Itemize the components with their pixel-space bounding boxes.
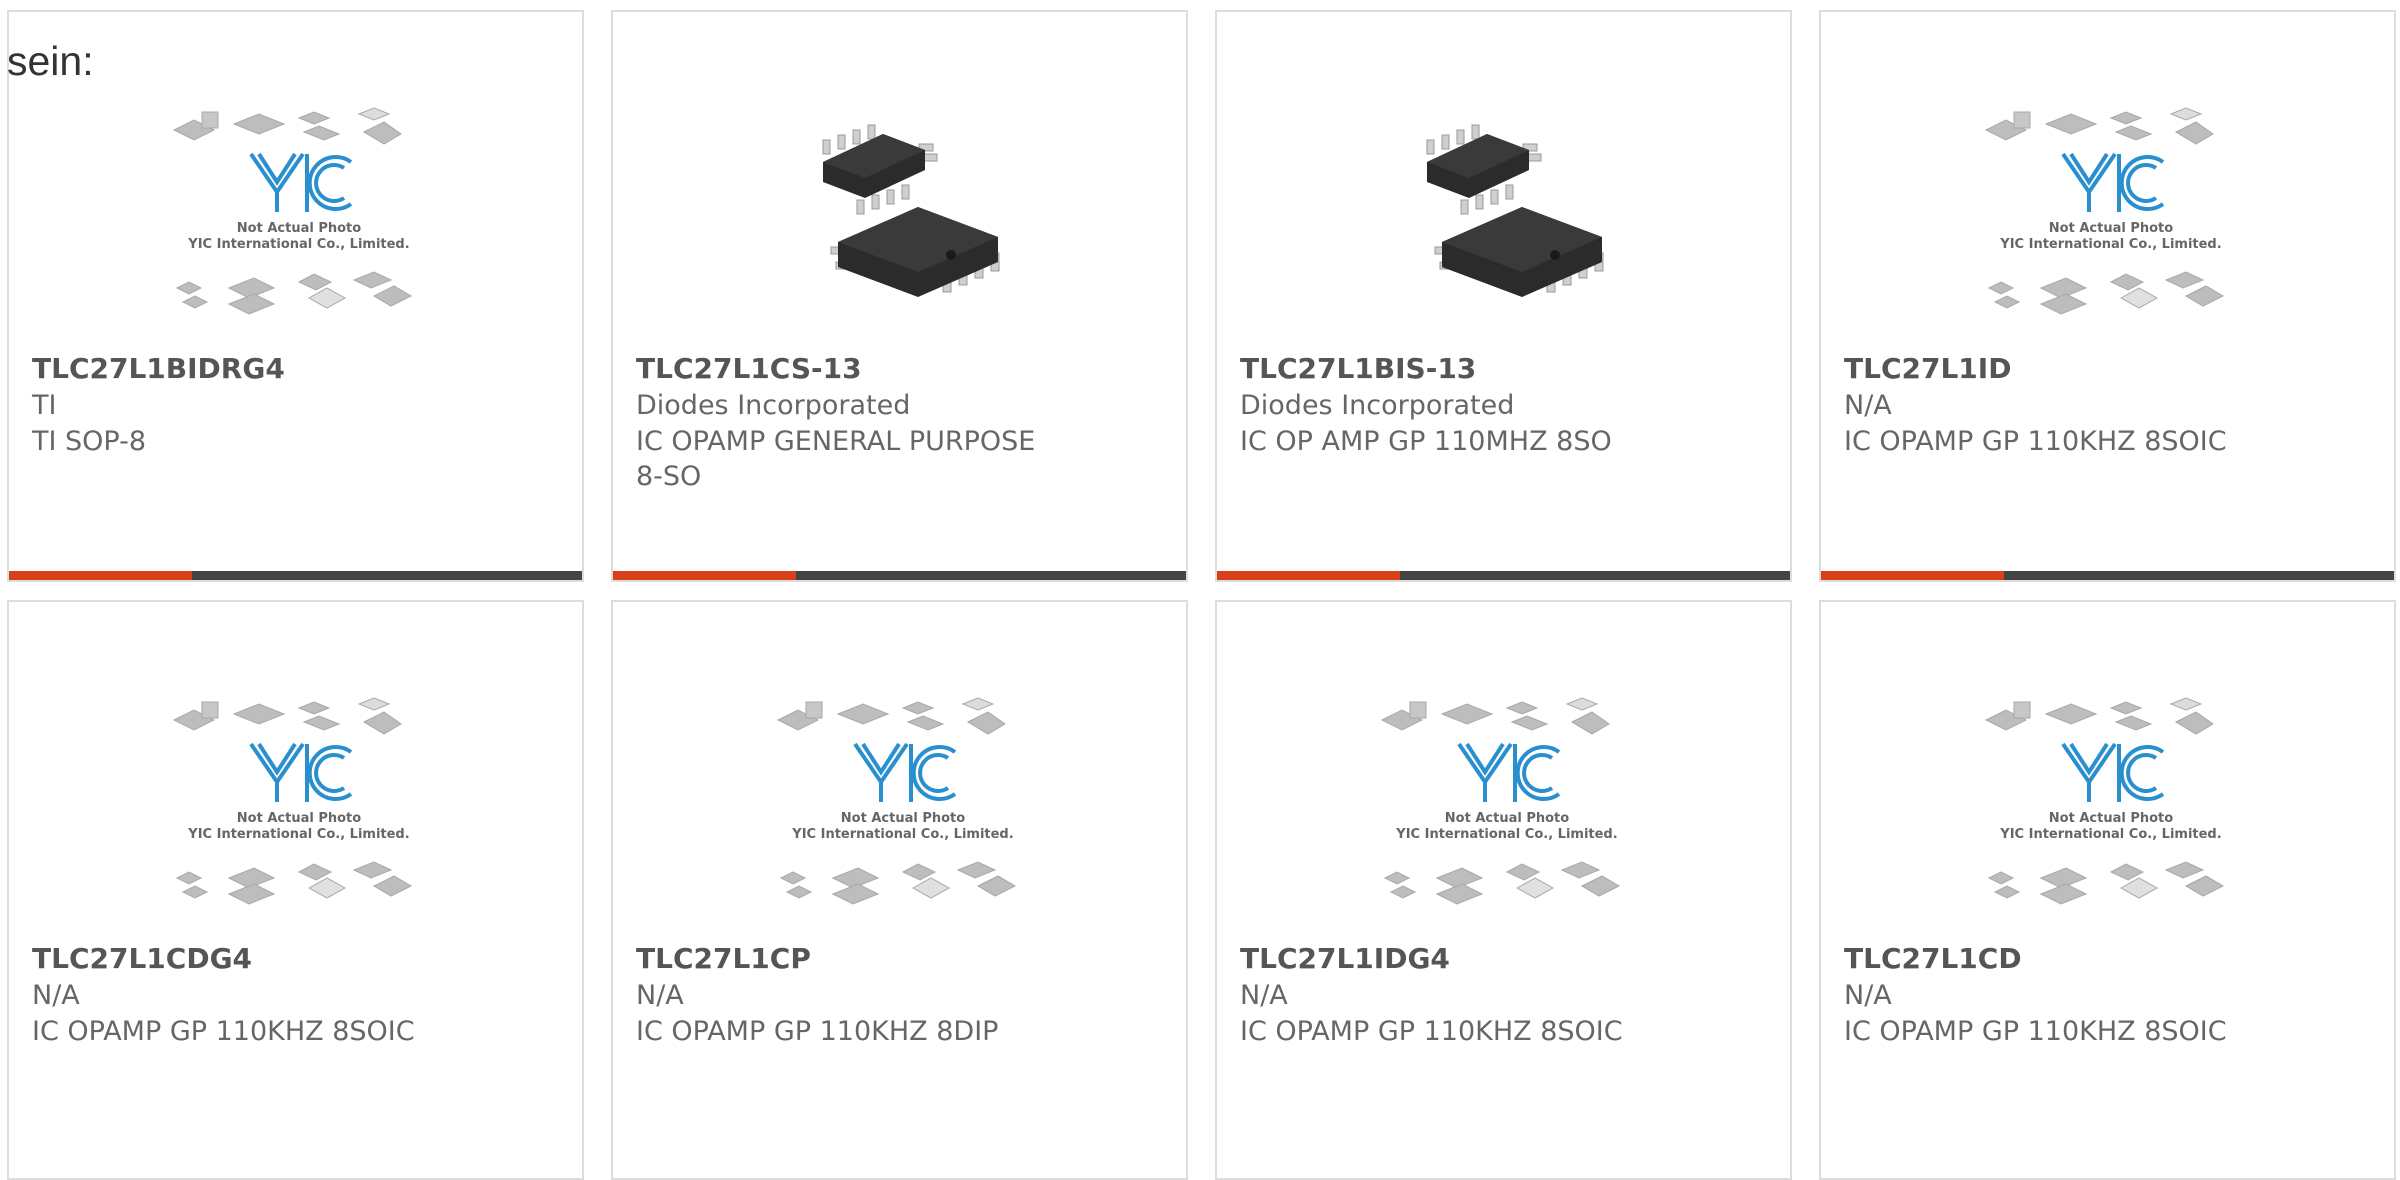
placeholder-line2: YIC International Co., Limited. bbox=[1999, 237, 2221, 252]
product-card[interactable]: Not Actual Photo YIC International Co., … bbox=[611, 600, 1188, 1180]
manufacturer: Diodes Incorporated bbox=[1240, 390, 1515, 421]
description: IC OPAMP GP 110KHZ 8SOIC bbox=[1844, 1016, 2227, 1047]
description: IC OP AMP GP 110MHZ 8SO bbox=[1240, 426, 1612, 457]
product-image[interactable]: Not Actual Photo YIC International Co., … bbox=[1951, 92, 2271, 362]
product-image[interactable]: Not Actual Photo YIC International Co., … bbox=[743, 682, 1063, 952]
placeholder-image: Not Actual Photo YIC International Co., … bbox=[172, 697, 413, 905]
manufacturer: N/A bbox=[1240, 980, 1288, 1011]
part-number-link[interactable]: TLC27L1CDG4 bbox=[32, 942, 252, 975]
placeholder-line2: YIC International Co., Limited. bbox=[791, 827, 1013, 842]
description: IC OPAMP GP 110KHZ 8SOIC bbox=[1844, 426, 2227, 457]
product-card[interactable]: Not Actual Photo YIC International Co., … bbox=[1819, 10, 2396, 582]
placeholder-image: Not Actual Photo YIC International Co., … bbox=[776, 697, 1017, 905]
card-bottom-bar bbox=[9, 571, 582, 580]
part-number-link[interactable]: TLC27L1CP bbox=[636, 942, 811, 975]
manufacturer: N/A bbox=[636, 980, 684, 1011]
product-image[interactable]: Not Actual Photo YIC International Co., … bbox=[1951, 682, 2271, 952]
placeholder-line2: YIC International Co., Limited. bbox=[187, 237, 409, 252]
part-number-link[interactable]: TLC27L1BIDRG4 bbox=[32, 352, 285, 385]
placeholder-line1: Not Actual Photo bbox=[2049, 221, 2173, 236]
placeholder-line2: YIC International Co., Limited. bbox=[1395, 827, 1617, 842]
placeholder-image: Not Actual Photo YIC International Co., … bbox=[1380, 697, 1621, 905]
card-accent-bar bbox=[613, 571, 796, 580]
product-image[interactable]: Not Actual Photo YIC International Co., … bbox=[139, 92, 459, 362]
part-number-link[interactable]: TLC27L1ID bbox=[1844, 352, 2011, 385]
product-card[interactable]: TLC27L1CS-13 Diodes Incorporated IC OPAMP … bbox=[611, 10, 1188, 582]
placeholder-line2: YIC International Co., Limited. bbox=[187, 827, 409, 842]
part-number-link[interactable]: TLC27L1IDG4 bbox=[1240, 942, 1450, 975]
placeholder-line1: Not Actual Photo bbox=[237, 221, 361, 236]
product-card[interactable]: TLC27L1BIS-13 Diodes Incorporated IC OP AM… bbox=[1215, 10, 1792, 582]
description: IC OPAMP GP 110KHZ 8SOIC bbox=[32, 1016, 415, 1047]
description: IC OPAMP GP 110KHZ 8DIP bbox=[636, 1016, 999, 1047]
part-number-link[interactable]: TLC27L1BIS-13 bbox=[1240, 352, 1476, 385]
placeholder-image: Not Actual Photo YIC International Co., … bbox=[1984, 697, 2225, 905]
placeholder-image: Not Actual Photo YIC International Co., … bbox=[172, 107, 413, 315]
card-bottom-bar bbox=[1821, 571, 2394, 580]
card-accent-bar bbox=[9, 571, 192, 580]
manufacturer: N/A bbox=[1844, 980, 1892, 1011]
product-card[interactable]: Not Actual Photo YIC International Co., … bbox=[1819, 600, 2396, 1180]
soic-chip-image bbox=[822, 124, 1000, 297]
part-number-link[interactable]: TLC27L1CD bbox=[1844, 942, 2022, 975]
card-accent-bar bbox=[1821, 571, 2004, 580]
placeholder-line2: YIC International Co., Limited. bbox=[1999, 827, 2221, 842]
manufacturer: N/A bbox=[32, 980, 80, 1011]
product-image[interactable] bbox=[1347, 92, 1667, 362]
prefix-text: sein: bbox=[7, 38, 94, 84]
placeholder-line1: Not Actual Photo bbox=[2049, 811, 2173, 826]
product-image[interactable]: Not Actual Photo YIC International Co., … bbox=[139, 682, 459, 952]
card-bottom-bar bbox=[613, 571, 1186, 580]
description: TI SOP-8 bbox=[32, 426, 147, 457]
placeholder-line1: Not Actual Photo bbox=[1445, 811, 1569, 826]
product-card[interactable]: Not Actual Photo YIC International Co., … bbox=[7, 600, 584, 1180]
part-number-link[interactable]: TLC27L1CS-13 bbox=[636, 352, 862, 385]
placeholder-line1: Not Actual Photo bbox=[841, 811, 965, 826]
product-image[interactable]: Not Actual Photo YIC International Co., … bbox=[1347, 682, 1667, 952]
card-bottom-bar bbox=[1217, 571, 1790, 580]
manufacturer: N/A bbox=[1844, 390, 1892, 421]
manufacturer: Diodes Incorporated bbox=[636, 390, 911, 421]
card-accent-bar bbox=[1217, 571, 1400, 580]
product-card[interactable]: Not Actual Photo YIC International Co., … bbox=[1215, 600, 1792, 1180]
soic-chip-image bbox=[1426, 124, 1604, 297]
placeholder-line1: Not Actual Photo bbox=[237, 811, 361, 826]
manufacturer: TI bbox=[32, 390, 57, 421]
description: IC OPAMP GP 110KHZ 8SOIC bbox=[1240, 1016, 1623, 1047]
description: IC OPAMP GENERAL PURPOSE 8-SO bbox=[636, 426, 1036, 492]
product-image[interactable] bbox=[743, 92, 1063, 362]
product-card[interactable]: Not Actual Photo YIC International Co., … bbox=[7, 10, 584, 582]
placeholder-image: Not Actual Photo YIC International Co., … bbox=[1984, 107, 2225, 315]
